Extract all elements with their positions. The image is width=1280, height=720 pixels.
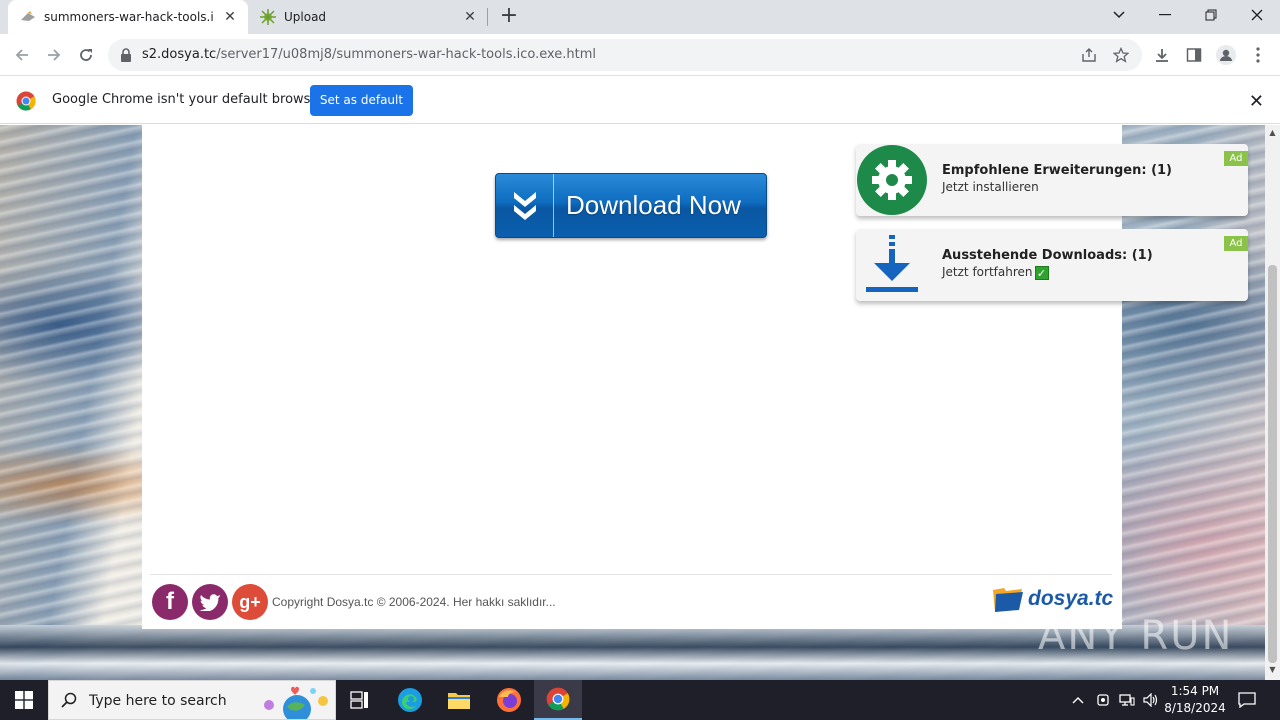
search-highlight-art-icon — [261, 683, 331, 720]
taskbar-search-box[interactable]: Type here to search — [48, 680, 336, 720]
page-viewport: Download Now Empfohlene Erweiterungen: (… — [0, 125, 1265, 680]
ad-title: Ausstehende Downloads: (1) — [942, 248, 1153, 263]
ad-subtitle: Jetzt fortfahren ✓ — [942, 265, 1049, 280]
tab-upload[interactable]: Upload ✕ — [248, 0, 488, 34]
ad-subtitle: Jetzt installieren — [942, 180, 1039, 194]
tab-title: Upload — [284, 10, 327, 24]
download-arrow-icon — [856, 229, 928, 301]
menu-kebab-icon[interactable] — [1248, 45, 1268, 65]
page-scrollbar[interactable]: ▲ ▼ — [1265, 125, 1280, 680]
dosya-logo[interactable]: dosya.tc — [992, 585, 1113, 613]
windows-start-icon[interactable] — [0, 680, 48, 720]
ad-subtitle-text: Jetzt fortfahren — [942, 265, 1033, 279]
ad-badge: Ad — [1224, 151, 1248, 166]
download-now-button[interactable]: Download Now — [495, 173, 767, 238]
infobar-close-icon[interactable]: ✕ — [1249, 91, 1264, 112]
reload-button[interactable] — [74, 43, 98, 67]
scroll-down-icon[interactable]: ▼ — [1268, 666, 1277, 674]
address-bar[interactable]: s2.dosya.tc/server17/u08mj8/summoners-wa… — [108, 39, 1142, 71]
google-plus-icon[interactable]: g+ — [232, 584, 268, 620]
restore-button[interactable] — [1188, 0, 1234, 30]
checkmark-icon: ✓ — [1034, 265, 1049, 280]
copyright-text: Copyright Dosya.tc © 2006-2024. Her hakk… — [272, 595, 556, 609]
gear-icon — [856, 144, 928, 216]
url-host: s2.dosya.tc — [142, 47, 217, 62]
device-icon[interactable] — [1092, 680, 1114, 720]
ad-title: Empfohlene Erweiterungen: (1) — [942, 163, 1173, 178]
file-explorer-icon[interactable] — [435, 680, 483, 720]
twitter-icon[interactable] — [192, 584, 228, 620]
default-browser-infobar: Google Chrome isn't your default browser… — [0, 77, 1280, 124]
search-placeholder: Type here to search — [89, 693, 227, 709]
footer-divider — [150, 574, 1112, 575]
anyrun-watermark: ANY RUN — [1038, 613, 1234, 659]
notification-icon[interactable] — [1236, 680, 1258, 720]
show-hidden-icons-icon[interactable] — [1068, 680, 1088, 720]
tab-close-icon[interactable]: ✕ — [462, 9, 478, 25]
edge-icon[interactable] — [386, 680, 434, 720]
downloads-icon[interactable] — [1152, 45, 1172, 65]
taskbar-clock[interactable]: 1:54 PM 8/18/2024 — [1160, 683, 1230, 717]
chrome-logo-icon — [16, 91, 36, 115]
close-window-button[interactable] — [1234, 0, 1280, 30]
ad-badge: Ad — [1224, 236, 1248, 251]
tab-search-button[interactable] — [1096, 0, 1142, 30]
upload-favicon-icon — [260, 9, 276, 25]
clock-time: 1:54 PM — [1170, 684, 1220, 698]
chrome-taskbar-icon[interactable] — [534, 680, 582, 720]
bookmark-star-icon[interactable] — [1112, 46, 1130, 64]
firefox-icon[interactable] — [485, 680, 533, 720]
clock-date: 8/18/2024 — [1164, 701, 1226, 715]
task-view-icon[interactable] — [336, 680, 384, 720]
facebook-icon[interactable]: f — [152, 584, 188, 620]
tab-strip: summoners-war-hack-tools.ico.exe.html ✕ … — [0, 0, 1280, 34]
profile-avatar-icon[interactable] — [1216, 45, 1236, 65]
search-icon — [61, 692, 77, 712]
network-icon[interactable] — [1116, 680, 1138, 720]
tab-close-icon[interactable]: ✕ — [222, 9, 238, 25]
lock-icon[interactable] — [120, 47, 132, 66]
tab-title: summoners-war-hack-tools.ico.exe.html — [44, 10, 214, 24]
page-content: Download Now Empfohlene Erweiterungen: (… — [142, 125, 1248, 629]
tab-active[interactable]: summoners-war-hack-tools.ico.exe.html ✕ — [8, 0, 248, 34]
volume-icon[interactable] — [1140, 680, 1162, 720]
side-panel-icon[interactable] — [1184, 45, 1204, 65]
scrollbar-thumb[interactable] — [1268, 265, 1277, 663]
ad-card-extensions[interactable]: Empfohlene Erweiterungen: (1) Jetzt inst… — [856, 144, 1248, 216]
windows-taskbar: Type here to search 1:54 PM 8/18/2024 — [0, 680, 1280, 720]
brand-name: dosya.tc — [1028, 587, 1114, 610]
set-as-default-button[interactable]: Set as default — [310, 85, 413, 116]
back-button[interactable] — [10, 43, 34, 67]
infobar-message: Google Chrome isn't your default browser — [52, 92, 324, 107]
minimize-button[interactable] — [1142, 0, 1188, 30]
share-icon[interactable] — [1080, 46, 1098, 64]
browser-toolbar: s2.dosya.tc/server17/u08mj8/summoners-wa… — [0, 34, 1280, 76]
url-path: /server17/u08mj8/summoners-war-hack-tool… — [216, 47, 597, 62]
ad-card-downloads[interactable]: Ausstehende Downloads: (1) Jetzt fortfah… — [856, 229, 1248, 301]
scroll-up-icon[interactable]: ▲ — [1268, 129, 1277, 137]
folder-logo-icon — [993, 588, 1023, 612]
download-now-label: Download Now — [566, 190, 741, 220]
page-favicon-icon — [20, 9, 36, 25]
url-text: s2.dosya.tc/server17/u08mj8/summoners-wa… — [142, 47, 596, 62]
double-chevron-down-icon — [496, 174, 554, 237]
new-tab-button[interactable]: + — [498, 5, 520, 28]
tab-separator — [487, 8, 488, 26]
forward-button[interactable] — [42, 43, 66, 67]
